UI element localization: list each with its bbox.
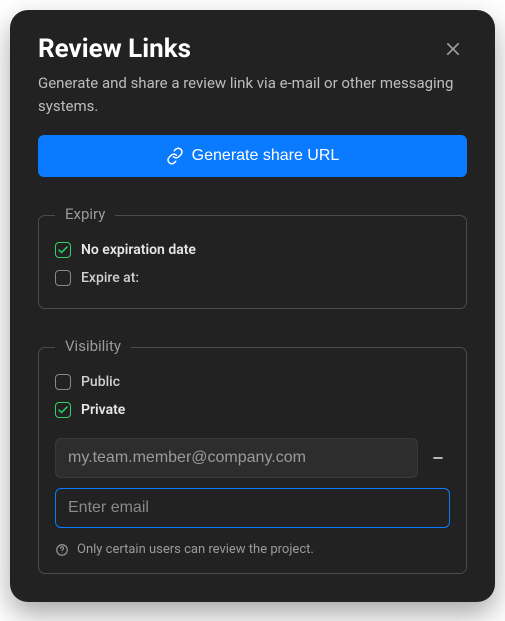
visibility-help: Only certain users can review the projec… (55, 542, 450, 557)
generate-share-url-button[interactable]: Generate share URL (38, 135, 467, 177)
checkbox-unchecked-icon (55, 374, 71, 390)
expiry-none-label: No expiration date (81, 242, 196, 258)
visibility-help-text: Only certain users can review the projec… (77, 542, 314, 557)
visibility-option-public[interactable]: Public (55, 368, 450, 396)
question-circle-icon (55, 543, 69, 557)
visibility-public-label: Public (81, 374, 120, 390)
email-entry-row (55, 438, 450, 478)
generate-button-label: Generate share URL (192, 147, 340, 165)
checkbox-checked-icon (55, 402, 71, 418)
modal-header: Review Links (38, 34, 467, 64)
checkbox-checked-icon (55, 242, 71, 258)
expiry-at-label: Expire at: (81, 270, 139, 286)
modal-title: Review Links (38, 34, 191, 64)
review-links-modal: Review Links Generate and share a review… (10, 10, 495, 602)
visibility-section: Visibility Public Private (38, 347, 467, 574)
checkbox-unchecked-icon (55, 270, 71, 286)
link-icon (166, 147, 184, 165)
close-icon (444, 40, 462, 58)
close-button[interactable] (439, 35, 467, 63)
visibility-option-private[interactable]: Private (55, 396, 450, 424)
email-add-row (55, 488, 450, 528)
visibility-private-label: Private (81, 402, 125, 418)
visibility-legend: Visibility (55, 337, 131, 355)
minus-icon (431, 451, 445, 465)
expiry-option-at[interactable]: Expire at: (55, 264, 450, 292)
expiry-legend: Expiry (55, 205, 115, 223)
email-field-new[interactable] (55, 488, 450, 528)
modal-description: Generate and share a review link via e-m… (38, 72, 467, 117)
expiry-section: Expiry No expiration date Expire at: (38, 215, 467, 309)
email-field-existing[interactable] (55, 438, 418, 478)
expiry-option-none[interactable]: No expiration date (55, 236, 450, 264)
remove-email-button[interactable] (426, 446, 450, 470)
